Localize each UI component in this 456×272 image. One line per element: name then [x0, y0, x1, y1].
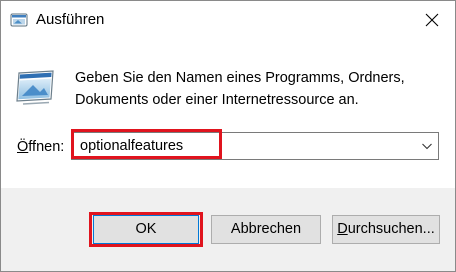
close-button[interactable] — [409, 1, 455, 39]
browse-accelerator: D — [337, 221, 348, 237]
chevron-down-icon[interactable] — [420, 139, 434, 153]
run-dialog: Ausführen Geben Sie den Namen eines Prog… — [0, 0, 456, 272]
cancel-button[interactable]: Abbrechen — [211, 215, 321, 244]
open-label-text: ffnen: — [28, 139, 65, 155]
description-line: Geben Sie den Namen eines Programms, Ord… — [75, 70, 405, 86]
window-title: Ausführen — [36, 11, 105, 28]
open-input[interactable]: optionalfeatures — [80, 136, 183, 156]
button-bar: OK Abbrechen Durchsuchen... — [1, 188, 455, 271]
run-icon — [10, 13, 28, 27]
close-icon — [425, 13, 439, 27]
title-bar[interactable]: Ausführen — [1, 1, 455, 39]
browse-label: urchsuchen... — [347, 221, 435, 237]
open-label: Öffnen: — [17, 137, 64, 157]
dialog-description: Geben Sie den Namen eines Programms, Ord… — [75, 67, 435, 111]
description-line: Dokuments oder einer Internetressource a… — [75, 92, 359, 108]
ok-button[interactable]: OK — [93, 215, 199, 244]
text-caret — [219, 138, 220, 155]
browse-button[interactable]: Durchsuchen... — [332, 215, 440, 244]
open-label-accelerator: Ö — [17, 139, 29, 155]
open-combobox[interactable]: optionalfeatures — [71, 132, 439, 160]
run-icon — [16, 70, 54, 105]
